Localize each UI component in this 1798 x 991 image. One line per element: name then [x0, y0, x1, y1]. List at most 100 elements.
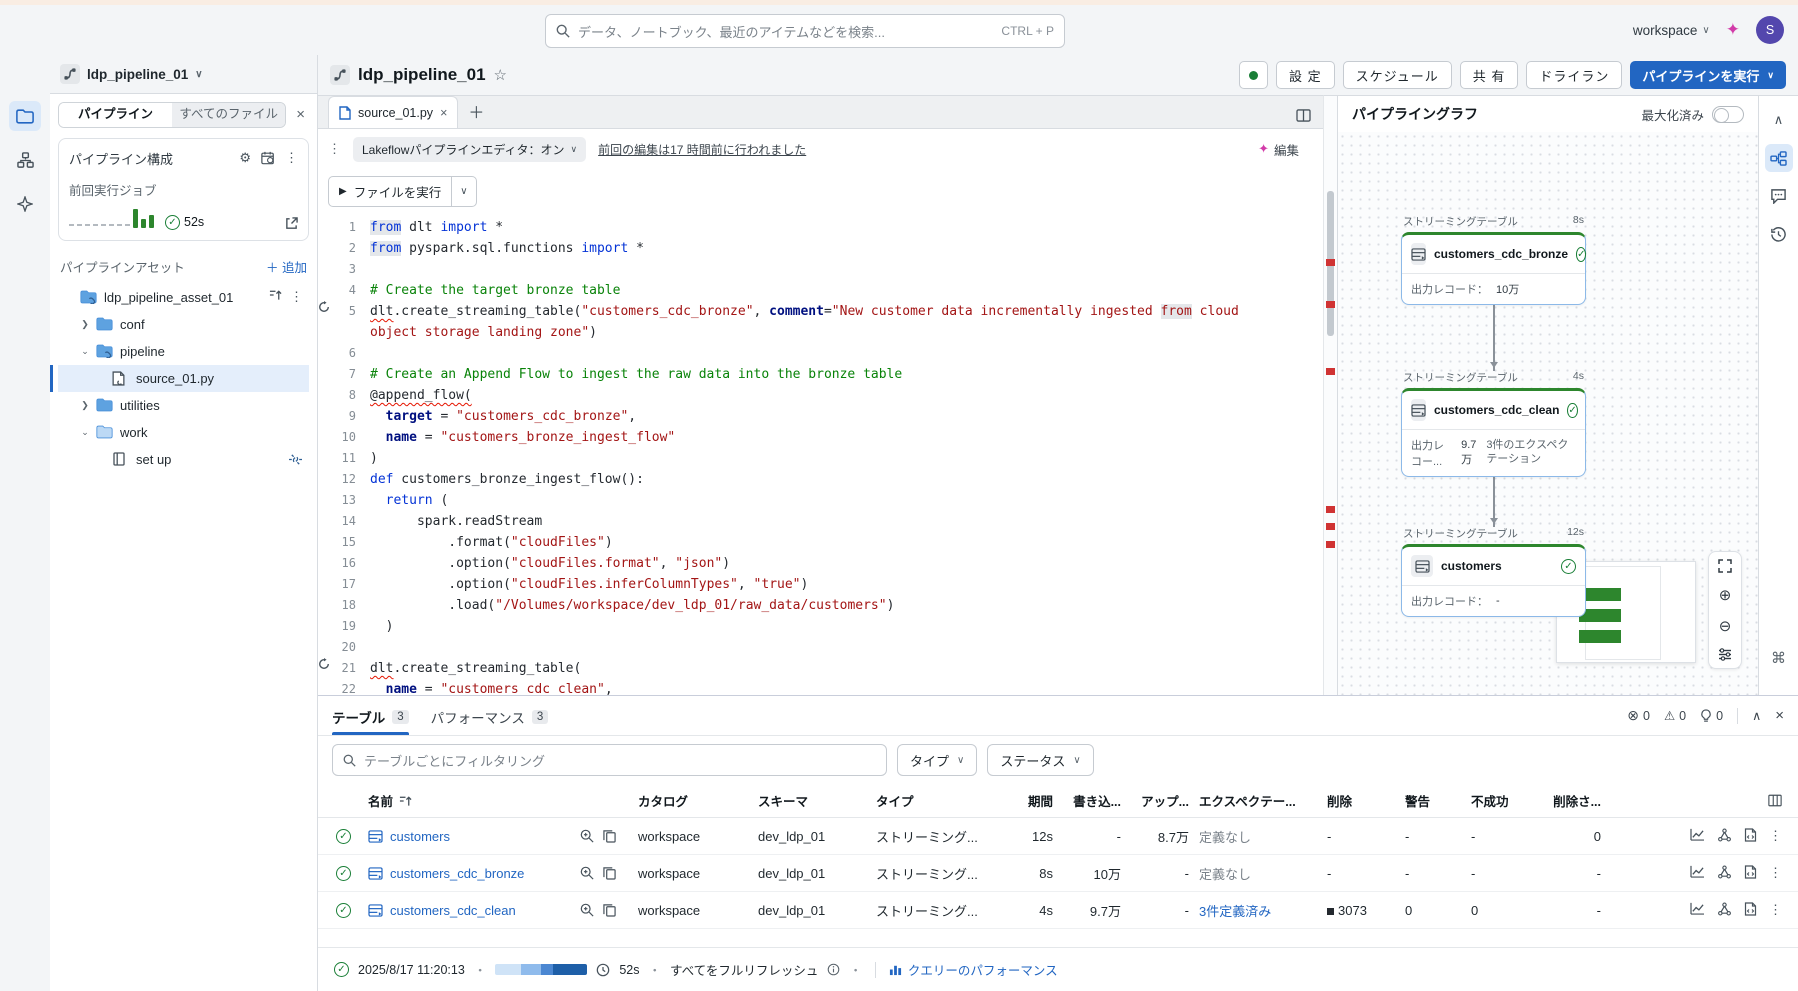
code-line-7[interactable]: 7 # Create an Append Flow to ingest the r… [318, 364, 1323, 385]
collapse-results-icon[interactable]: ∧ [1752, 708, 1761, 723]
code-line-14[interactable]: 14 spark.readStream [318, 511, 1323, 532]
chevron-down-icon[interactable]: ⌄ [80, 427, 90, 438]
source-file-icon[interactable] [1744, 902, 1757, 916]
col-name[interactable]: 名前 [368, 791, 580, 810]
kebab-icon[interactable]: ⋮ [328, 141, 341, 157]
graph-view-icon[interactable] [1764, 144, 1793, 172]
row-kebab-icon[interactable]: ⋮ [1769, 828, 1782, 844]
history-icon[interactable] [1765, 220, 1793, 248]
col-written[interactable]: 書き込... [1063, 791, 1131, 810]
preview-icon[interactable] [580, 829, 594, 843]
close-sidebar-icon[interactable]: × [292, 106, 309, 123]
col-expectations[interactable]: エクスペクテー... [1199, 791, 1327, 810]
code-line-18[interactable]: 18 .load("/Volumes/workspace/dev_ldp_01/… [318, 595, 1323, 616]
close-tab-icon[interactable]: × [440, 106, 447, 120]
code-line-15[interactable]: 15 .format("cloudFiles") [318, 532, 1323, 553]
graph-node-customers[interactable]: ストリーミングテーブル 12s customers ✓ 出力レコード： - [1401, 526, 1586, 617]
error-counter[interactable]: ⊗ 0 [1627, 707, 1650, 724]
zoom-in-icon[interactable]: ⊕ [1719, 586, 1732, 604]
tree-item-pipeline[interactable]: ⌄ pipeline [58, 338, 309, 365]
code-line-1[interactable]: 1 from dlt import * [318, 217, 1323, 238]
copy-icon[interactable] [603, 903, 616, 917]
chevron-down-icon[interactable]: ∨ [195, 69, 202, 80]
col-catalog[interactable]: カタログ [638, 791, 758, 810]
run-options-arrow[interactable]: ∨ [451, 176, 475, 206]
code-line-2[interactable]: 2 from pyspark.sql.functions import * [318, 238, 1323, 259]
code-line-21[interactable]: 21 dlt.create_streaming_table( [318, 658, 1323, 679]
run-progress-bar[interactable] [495, 964, 588, 975]
lineage-icon[interactable] [1717, 865, 1732, 879]
tab-performance[interactable]: パフォーマンス 3 [431, 696, 549, 735]
sidebar-pipeline-name[interactable]: ldp_pipeline_01 [87, 67, 188, 82]
chevron-down-icon[interactable]: ⌄ [80, 346, 90, 357]
metrics-icon[interactable] [1690, 828, 1705, 841]
lineage-icon[interactable] [1717, 902, 1732, 916]
user-avatar[interactable]: S [1756, 16, 1784, 44]
workspace-switcher[interactable]: workspace ∨ [1633, 23, 1710, 38]
unlink-icon[interactable] [288, 453, 303, 466]
tree-item-utilities[interactable]: ❯ utilities [58, 392, 309, 419]
split-view-icon[interactable] [1296, 109, 1311, 122]
tree-item-source-01-py[interactable]: source_01.py [50, 364, 309, 392]
code-line-3[interactable]: 3 [318, 259, 1323, 280]
chevron-right-icon[interactable]: ❯ [80, 400, 90, 411]
maximize-toggle[interactable] [1712, 105, 1744, 123]
tab-all-files[interactable]: すべてのファイル [172, 103, 286, 127]
pipeline-rail-button[interactable] [9, 145, 41, 175]
col-type[interactable]: タイプ [876, 791, 1001, 810]
favorite-star-icon[interactable]: ☆ [494, 66, 507, 84]
status-filter-dropdown[interactable]: ステータス ∨ [987, 744, 1094, 776]
keyboard-shortcuts-icon[interactable]: ⌘ [1771, 649, 1786, 667]
copy-icon[interactable] [603, 829, 616, 843]
sort-icon[interactable] [269, 289, 282, 301]
code-line-22[interactable]: 22 name = "customers_cdc_clean", [318, 679, 1323, 695]
query-performance-link[interactable]: クエリーのパフォーマンス [889, 960, 1058, 979]
col-duration[interactable]: 期間 [1001, 791, 1063, 810]
tab-tables[interactable]: テーブル 3 [332, 696, 409, 735]
table-row-customers_cdc_clean[interactable]: ✓ customers_cdc_clean workspace dev_ldp_… [318, 892, 1798, 929]
tree-item-set-up[interactable]: set up [58, 446, 309, 473]
source-file-icon[interactable] [1744, 828, 1757, 842]
new-tab-button[interactable]: ＋ [468, 99, 484, 123]
code-line-17[interactable]: 17 .option("cloudFiles.inferColumnTypes"… [318, 574, 1323, 595]
row-kebab-icon[interactable]: ⋮ [1769, 902, 1782, 918]
source-file-icon[interactable] [1744, 865, 1757, 879]
ai-edit-button[interactable]: ✦ 編集 [1258, 140, 1313, 159]
code-line-9[interactable]: 9 target = "customers_cdc_bronze", [318, 406, 1323, 427]
table-name-link[interactable]: customers [390, 829, 450, 844]
gear-icon[interactable]: ⚙ [239, 150, 251, 166]
kebab-icon[interactable]: ⋮ [285, 150, 298, 166]
status-dot-button[interactable] [1239, 61, 1269, 89]
last-edit-link[interactable]: 前回の編集は17 時間前に行われました [598, 141, 806, 158]
graph-node-customers_cdc_bronze[interactable]: ストリーミングテーブル 8s customers_cdc_bronze ✓ 出力レ… [1401, 214, 1587, 305]
add-asset-button[interactable]: ＋ 追加 [266, 257, 307, 276]
global-search-input[interactable]: データ、ノートブック、最近のアイテムなどを検索... CTRL + P [545, 14, 1065, 48]
preview-icon[interactable] [580, 866, 594, 880]
streaming-table-gutter-icon[interactable] [318, 658, 340, 679]
collapse-panel-icon[interactable]: ∧ [1765, 106, 1793, 134]
col-deleted[interactable]: 削除 [1327, 791, 1405, 810]
row-kebab-icon[interactable]: ⋮ [1769, 865, 1782, 881]
last-run-sparkline[interactable]: ✓ 52s [69, 208, 298, 230]
share-button[interactable]: 共 有 [1459, 61, 1519, 89]
type-filter-dropdown[interactable]: タイプ ∨ [897, 744, 978, 776]
open-external-icon[interactable] [285, 216, 298, 230]
code-line-13[interactable]: 13 return ( [318, 490, 1323, 511]
code-line-12[interactable]: 12 def customers_bronze_ingest_flow(): [318, 469, 1323, 490]
kebab-icon[interactable]: ⋮ [290, 289, 303, 305]
graph-canvas[interactable]: ⊕ ⊖ ストリーミングテーブル 8s customers_cdc_bronze ✓… [1338, 132, 1758, 695]
tree-item-work[interactable]: ⌄ work [58, 419, 309, 446]
run-pipeline-button[interactable]: パイプラインを実行 ∨ [1630, 61, 1786, 89]
warning-counter[interactable]: ⚠ 0 [1664, 708, 1686, 724]
cell-expectations[interactable]: 3件定義済み [1199, 901, 1327, 920]
schedule-icon[interactable] [261, 151, 275, 165]
col-schema[interactable]: スキーマ [758, 791, 876, 810]
copy-icon[interactable] [603, 866, 616, 880]
files-rail-button[interactable] [9, 101, 41, 131]
tips-counter[interactable]: 0 [1700, 709, 1723, 723]
tab-pipeline[interactable]: パイプライン [59, 103, 173, 127]
code-line-16[interactable]: 16 .option("cloudFiles.format", "json") [318, 553, 1323, 574]
metrics-icon[interactable] [1690, 902, 1705, 915]
streaming-table-gutter-icon[interactable] [318, 301, 340, 343]
schedule-button[interactable]: スケジュール [1342, 61, 1452, 89]
